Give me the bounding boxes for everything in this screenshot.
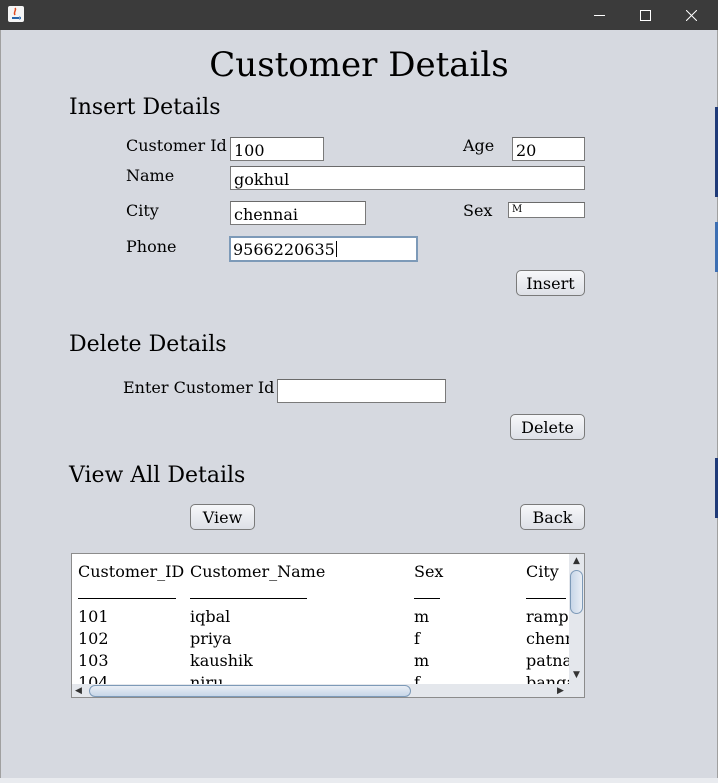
window-bottom-edge [0,778,718,783]
scroll-up-icon[interactable]: ▲ [573,556,580,566]
cell-customer-id: 102 [78,629,109,648]
city-field[interactable]: chennai [230,201,366,225]
age-label: Age [463,136,495,155]
java-icon [8,6,24,22]
customer-table[interactable]: Customer_ID Customer_Name Sex City 101 i… [71,553,585,698]
close-button[interactable] [668,0,714,30]
view-button[interactable]: View [190,504,255,530]
phone-field[interactable]: 9566220635 [229,236,418,262]
city-label: City [126,201,159,220]
delete-details-heading: Delete Details [69,332,227,357]
back-button[interactable]: Back [520,504,585,530]
insert-button[interactable]: Insert [516,270,585,296]
cell-customer-name: priya [190,629,232,648]
delete-button[interactable]: Delete [510,414,585,440]
column-header-city: City [526,562,559,581]
header-underline [190,584,307,599]
cell-city: patna [526,651,573,670]
scroll-down-icon[interactable]: ▼ [573,670,580,680]
insert-details-heading: Insert Details [69,95,221,120]
scroll-left-icon[interactable]: ◀ [75,686,82,696]
column-header-sex: Sex [414,562,444,581]
scroll-right-icon[interactable]: ▶ [557,686,564,696]
header-underline [414,584,440,599]
customer-id-field[interactable]: 100 [230,137,324,161]
vertical-scroll-thumb[interactable] [570,570,583,614]
page-title: Customer Details [209,45,509,85]
enter-customer-id-label: Enter Customer Id [123,378,275,397]
minimize-button[interactable] [576,0,622,30]
name-field[interactable]: gokhul [230,166,585,190]
header-underline [78,584,176,599]
scrollbar-corner [569,684,584,697]
column-header-customer-name: Customer_Name [190,562,326,581]
sex-label: Sex [463,201,493,220]
title-bar [0,0,718,30]
phone-value: 9566220635 [233,240,335,259]
cell-customer-id: 101 [78,607,109,626]
text-caret [335,241,337,257]
name-label: Name [126,166,175,185]
cell-customer-name: iqbal [190,607,231,626]
header-underline [526,584,566,599]
customer-id-label: Customer Id [126,136,227,155]
column-header-customer-id: Customer_ID [78,562,185,581]
maximize-button[interactable] [622,0,668,30]
cell-sex: f [414,629,420,648]
cell-customer-id: 103 [78,651,109,670]
horizontal-scroll-thumb[interactable] [89,685,411,697]
cell-sex: m [414,607,430,626]
delete-customer-id-field[interactable] [277,379,446,403]
age-field[interactable]: 20 [512,137,585,161]
cell-customer-name: kaushik [190,651,253,670]
phone-label: Phone [126,237,177,256]
cell-sex: m [414,651,430,670]
view-all-details-heading: View All Details [69,463,246,488]
sex-field[interactable]: M [508,202,585,218]
